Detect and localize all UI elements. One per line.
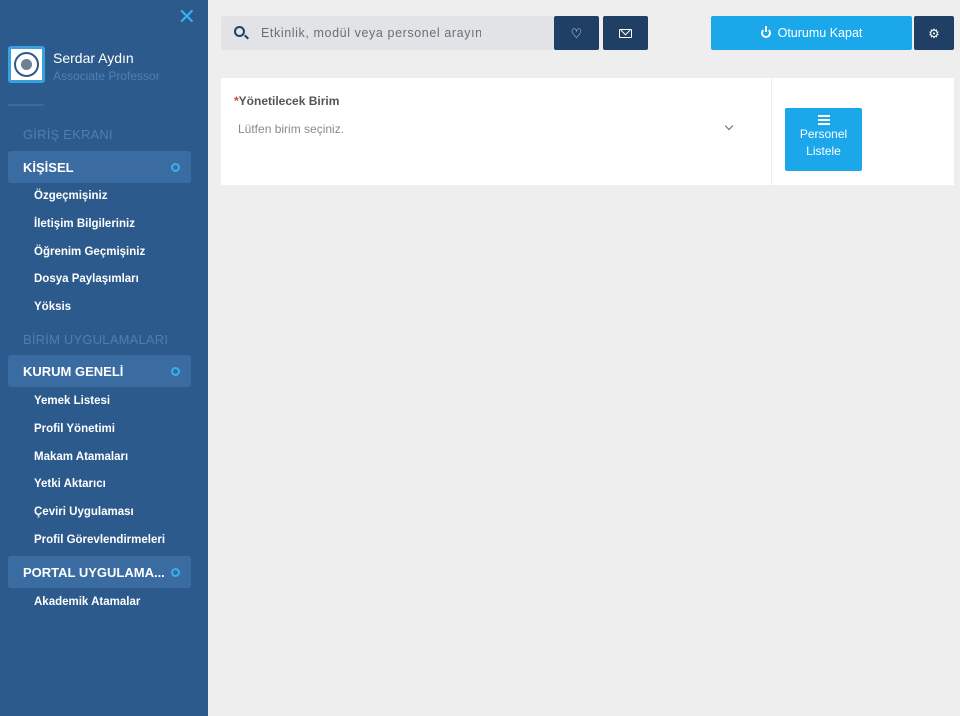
section-header-birim-uygulamalari[interactable]: BİRİM UYGULAMALARI [23,332,168,347]
menu-item-ceviri-uygulamasi[interactable]: Çeviri Uygulaması [34,506,134,518]
favorites-button[interactable]: ♡ [554,16,599,50]
search-icon [234,26,245,37]
menu-item-makam-atamalari[interactable]: Makam Atamaları [34,451,128,463]
search-input[interactable] [261,24,481,42]
menu-item-yetki-aktarici[interactable]: Yetki Aktarıcı [34,478,106,490]
list-button-line2: Listele [806,144,841,158]
field-label-text: Yönetilecek Birim [238,94,340,108]
menu-item-iletisim-bilgileriniz[interactable]: İletişim Bilgileriniz [34,218,135,230]
menu-item-yemek-listesi[interactable]: Yemek Listesi [34,395,110,407]
logout-button[interactable]: Oturumu Kapat [711,16,912,50]
personel-listele-button[interactable]: Personel Listele [785,108,862,171]
group-label: KURUM GENELİ [23,363,124,379]
list-icon [817,115,830,125]
avatar [8,46,45,83]
logout-label: Oturumu Kapat [777,26,863,40]
user-title: Associate Professor [53,69,160,83]
menu-item-profil-gorevlendirmeleri[interactable]: Profil Görevlendirmeleri [34,534,165,546]
close-icon[interactable]: ✕ [178,6,196,28]
menu-item-akademik-atamalar[interactable]: Akademik Atamalar [34,596,140,608]
section-header-giris-ekrani[interactable]: GİRİŞ EKRANI [23,127,113,142]
group-header-portal-uygulamalari[interactable]: PORTAL UYGULAMA... [8,556,191,588]
chevron-down-icon [724,121,734,131]
menu-item-yoksis[interactable]: Yöksis [34,301,71,313]
user-name: Serdar Aydın [53,50,134,66]
user-profile: Serdar Aydın Associate Professor [8,44,208,88]
cogs-icon: ⚙ [928,25,940,41]
sidebar: ✕ Serdar Aydın Associate Professor GİRİŞ… [0,0,208,716]
power-icon [760,26,771,38]
circle-icon [171,568,180,577]
panel-divider [771,78,772,185]
menu-item-dosya-paylasimlari[interactable]: Dosya Paylaşımları [34,273,139,285]
divider [8,104,44,106]
menu-item-profil-yonetimi[interactable]: Profil Yönetimi [34,423,115,435]
messages-button[interactable] [603,16,648,50]
unit-selection-panel: *Yönetilecek Birim Lütfen birim seçiniz.… [221,78,954,185]
group-header-kurum-geneli[interactable]: KURUM GENELİ [8,355,191,387]
unit-select[interactable]: Lütfen birim seçiniz. [234,116,734,142]
heart-icon: ♡ [570,25,583,41]
mail-icon [619,28,632,38]
search-box [221,16,554,50]
circle-icon [171,367,180,376]
field-label-yonetilecek-birim: *Yönetilecek Birim [234,94,339,108]
list-button-line1: Personel [799,127,848,141]
select-placeholder: Lütfen birim seçiniz. [238,122,345,136]
circle-icon [171,163,180,172]
group-header-kisisel[interactable]: KİŞİSEL [8,151,191,183]
avatar-logo-icon [14,52,39,77]
settings-button[interactable]: ⚙ [914,16,954,50]
group-label: PORTAL UYGULAMA... [23,564,165,580]
group-label: KİŞİSEL [23,159,74,175]
menu-item-ozgecmisiniz[interactable]: Özgeçmişiniz [34,190,108,202]
menu-item-ogrenim-gecmisiniz[interactable]: Öğrenim Geçmişiniz [34,246,145,258]
